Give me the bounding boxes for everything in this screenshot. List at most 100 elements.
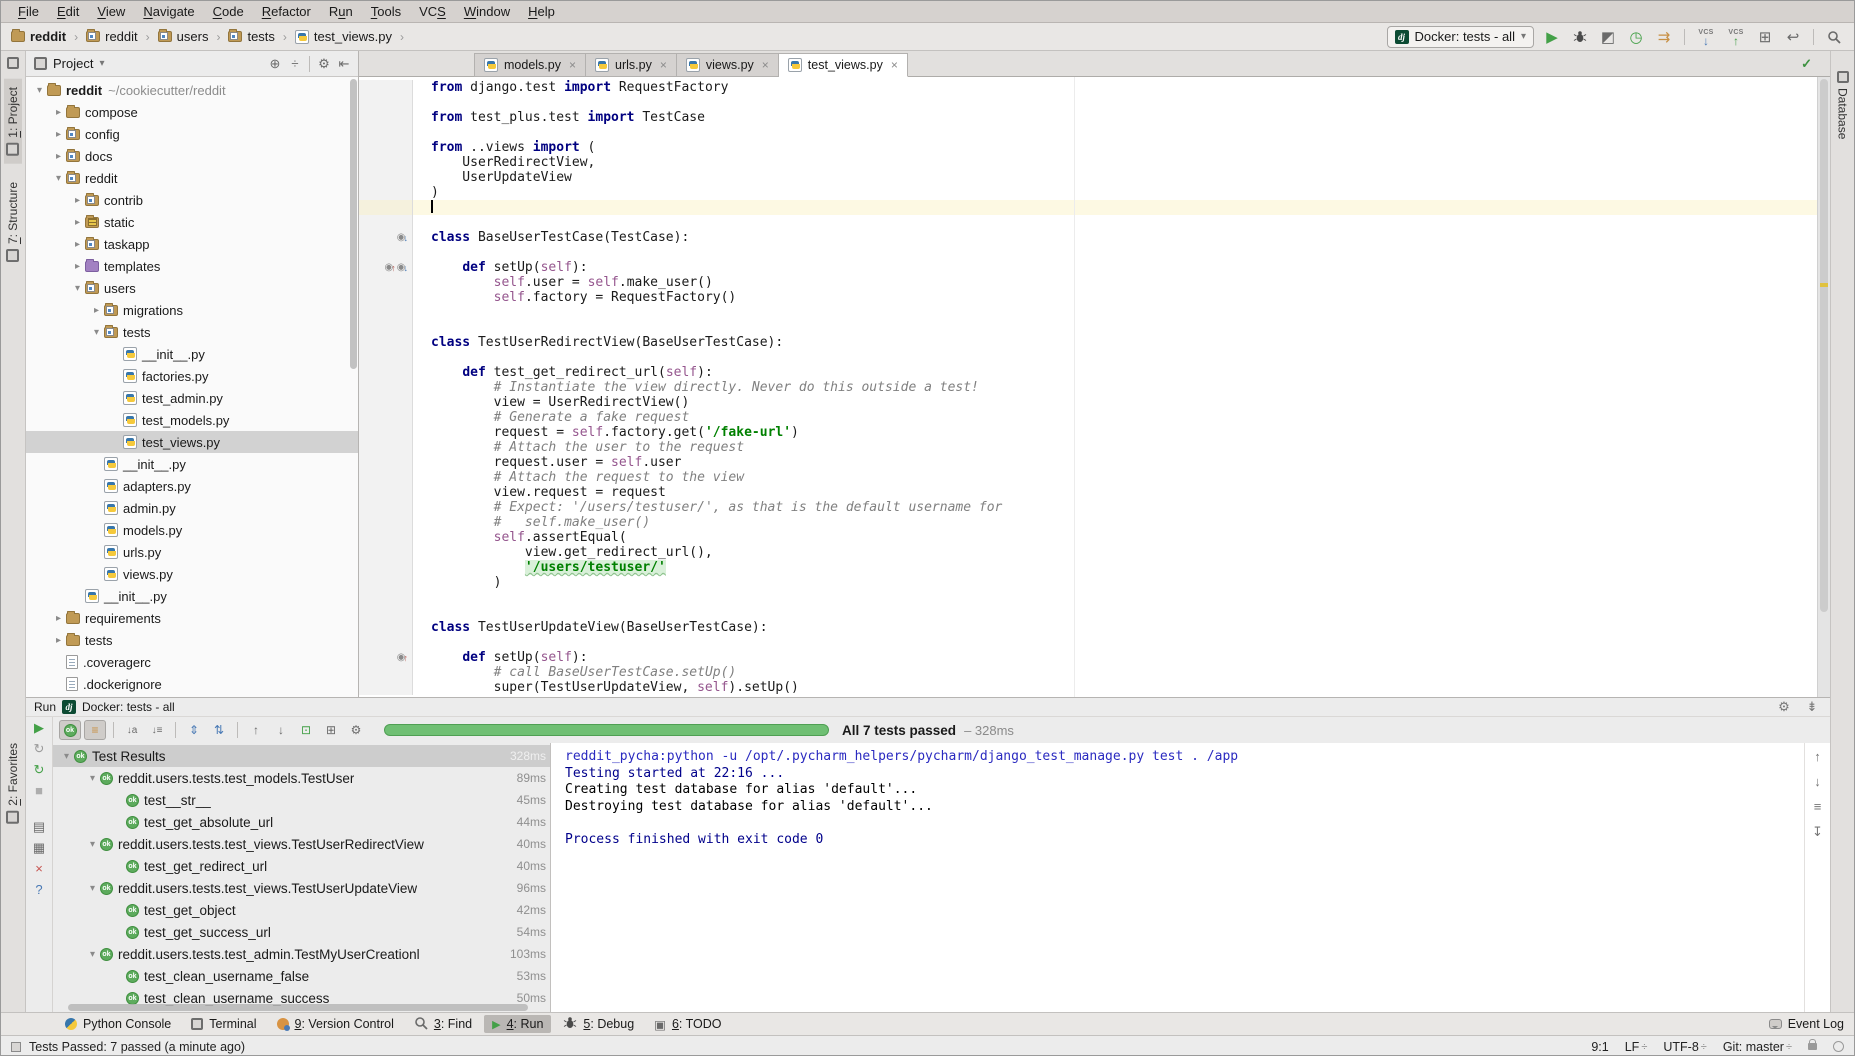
tree-row[interactable]: ▾reddit~/cookiecutter/reddit xyxy=(26,79,358,101)
hide-panel-icon[interactable]: ⇟ xyxy=(1802,698,1822,716)
tree-row[interactable]: __init__.py xyxy=(26,343,358,365)
scroll-up-icon[interactable]: ↑ xyxy=(1814,749,1821,764)
tree-row[interactable]: ▾users xyxy=(26,277,358,299)
chevron-expanded-icon[interactable]: ▾ xyxy=(32,85,47,96)
tool-window-button-debug[interactable]: 5: Debug xyxy=(555,1014,642,1035)
test-tree-scrollbar[interactable] xyxy=(68,1004,528,1011)
close-tab-icon[interactable]: × xyxy=(762,58,769,72)
settings-icon[interactable]: ⚙ xyxy=(345,720,367,740)
test-result-row[interactable]: oktest_clean_username_false53ms xyxy=(53,965,550,987)
settings-icon[interactable]: ⚙ xyxy=(1774,698,1794,716)
chevron-collapsed-icon[interactable]: ▸ xyxy=(89,305,104,316)
tree-row[interactable]: .dockerignore xyxy=(26,673,358,695)
test-result-row[interactable]: oktest_get_absolute_url44ms xyxy=(53,811,550,833)
inspections-ok-icon[interactable]: ✓ xyxy=(1801,56,1812,72)
chevron-expanded-icon[interactable]: ▾ xyxy=(85,839,100,850)
tree-row[interactable]: test_admin.py xyxy=(26,387,358,409)
recent-windows-icon[interactable]: ⊞ xyxy=(1753,26,1777,48)
tree-row[interactable]: adapters.py xyxy=(26,475,358,497)
tree-row[interactable]: .coveragerc xyxy=(26,651,358,673)
undo-icon[interactable]: ↩ xyxy=(1781,26,1805,48)
tool-window-button-run[interactable]: ▶4: Run xyxy=(484,1015,551,1033)
test-console-icon[interactable]: ▤ xyxy=(33,820,45,834)
chevron-expanded-icon[interactable]: ▾ xyxy=(85,949,100,960)
tree-row[interactable]: admin.py xyxy=(26,497,358,519)
menu-item-code[interactable]: Code xyxy=(204,2,253,21)
tree-row[interactable]: models.py xyxy=(26,519,358,541)
menu-item-file[interactable]: File xyxy=(9,2,48,21)
vcs-update-icon[interactable]: VCS↓ xyxy=(1693,29,1719,45)
editor-tab[interactable]: models.py× xyxy=(474,53,586,77)
next-failed-icon[interactable]: ↓ xyxy=(270,720,292,740)
chevron-collapsed-icon[interactable]: ▸ xyxy=(70,239,85,250)
show-ignored-toggle[interactable]: ≡ xyxy=(84,720,106,740)
test-result-row[interactable]: oktest_get_success_url54ms xyxy=(53,921,550,943)
tree-row[interactable]: ▸docs xyxy=(26,145,358,167)
hide-strip-icon[interactable] xyxy=(7,57,19,69)
tool-window-button-python-console[interactable]: Python Console xyxy=(57,1015,179,1033)
sort-alphabetically-icon[interactable]: ↓a xyxy=(121,720,143,740)
close-icon[interactable]: × xyxy=(35,862,43,876)
tree-row[interactable]: factories.py xyxy=(26,365,358,387)
test-result-row[interactable]: oktest_get_redirect_url40ms xyxy=(53,855,550,877)
chevron-expanded-icon[interactable]: ▾ xyxy=(89,327,104,338)
scrollbar-thumb[interactable] xyxy=(1820,79,1828,612)
tree-row[interactable]: ▸config xyxy=(26,123,358,145)
profiler-icon[interactable]: ◷ xyxy=(1624,26,1648,48)
menu-item-window[interactable]: Window xyxy=(455,2,519,21)
hide-panel-icon[interactable]: ⇤ xyxy=(334,55,354,73)
tree-row[interactable]: __init__.py xyxy=(26,453,358,475)
chevron-collapsed-icon[interactable]: ▸ xyxy=(70,195,85,206)
editor-scrollbar[interactable] xyxy=(1817,77,1830,697)
tree-row[interactable]: ▸tests xyxy=(26,629,358,651)
status-widget[interactable]: UTF-8÷ xyxy=(1663,1040,1706,1054)
menu-item-refactor[interactable]: Refactor xyxy=(253,2,320,21)
run-console[interactable]: reddit_pycha:python -u /opt/.pycharm_hel… xyxy=(551,743,1804,1012)
menu-item-tools[interactable]: Tools xyxy=(362,2,410,21)
editor-tab[interactable]: views.py× xyxy=(677,53,779,77)
tool-tab-project[interactable]: 1: Project xyxy=(4,79,22,164)
close-tab-icon[interactable]: × xyxy=(569,58,576,72)
tool-window-button-terminal[interactable]: Terminal xyxy=(183,1015,264,1033)
tree-row[interactable]: ▾tests xyxy=(26,321,358,343)
breadcrumb-item[interactable]: reddit xyxy=(84,29,140,44)
code-editor[interactable]: from django.test import RequestFactoryfr… xyxy=(359,77,1830,697)
tool-window-button-find[interactable]: 3: Find xyxy=(406,1014,480,1035)
previous-failed-icon[interactable]: ↑ xyxy=(245,720,267,740)
chevron-expanded-icon[interactable]: ▾ xyxy=(59,751,74,762)
breadcrumb-item[interactable]: tests xyxy=(226,29,276,44)
search-everywhere-icon[interactable] xyxy=(1822,26,1846,48)
tool-window-button-version-control[interactable]: 9: Version Control xyxy=(269,1015,402,1033)
collapse-all-icon[interactable]: ⇅ xyxy=(208,720,230,740)
export-results-icon[interactable]: ⊡ xyxy=(295,720,317,740)
tree-row[interactable]: ▸migrations xyxy=(26,299,358,321)
show-passed-toggle[interactable]: ok xyxy=(59,720,81,740)
rerun-icon[interactable]: ▶ xyxy=(34,721,44,735)
overriding-marker-icon[interactable]: ◉↑ xyxy=(385,263,396,273)
scroll-down-icon[interactable]: ↓ xyxy=(1814,774,1821,789)
breadcrumb-item[interactable]: test_views.py xyxy=(293,29,394,44)
status-widget[interactable]: Git: master÷ xyxy=(1723,1040,1792,1054)
tool-tab-database[interactable]: Database xyxy=(1834,65,1852,145)
menu-item-navigate[interactable]: Navigate xyxy=(134,2,203,21)
test-result-row[interactable]: ▾okTest Results328ms xyxy=(53,745,550,767)
status-widget[interactable]: LF÷ xyxy=(1625,1040,1648,1054)
tree-row[interactable]: ▾reddit xyxy=(26,167,358,189)
chevron-expanded-icon[interactable]: ▾ xyxy=(51,173,66,184)
chevron-collapsed-icon[interactable]: ▸ xyxy=(51,151,66,162)
debug-icon[interactable] xyxy=(1568,26,1592,48)
coverage-panel-icon[interactable]: ▦ xyxy=(33,841,45,855)
chevron-collapsed-icon[interactable]: ▸ xyxy=(51,635,66,646)
test-result-row[interactable]: ▾okreddit.users.tests.test_models.TestUs… xyxy=(53,767,550,789)
close-tab-icon[interactable]: × xyxy=(891,58,898,72)
test-result-row[interactable]: ▾okreddit.users.tests.test_views.TestUse… xyxy=(53,877,550,899)
chevron-expanded-icon[interactable]: ▾ xyxy=(70,283,85,294)
vcs-commit-icon[interactable]: VCS↑ xyxy=(1723,29,1749,45)
editor-tab[interactable]: test_views.py× xyxy=(779,53,908,77)
sort-by-duration-icon[interactable]: ↓≡ xyxy=(146,720,168,740)
tree-row[interactable]: ▸compose xyxy=(26,101,358,123)
tree-row[interactable]: ▸taskapp xyxy=(26,233,358,255)
lock-icon[interactable] xyxy=(1808,1043,1817,1050)
soft-wrap-icon[interactable]: ≡ xyxy=(1814,799,1822,814)
ide-hints-icon[interactable] xyxy=(1833,1041,1844,1052)
